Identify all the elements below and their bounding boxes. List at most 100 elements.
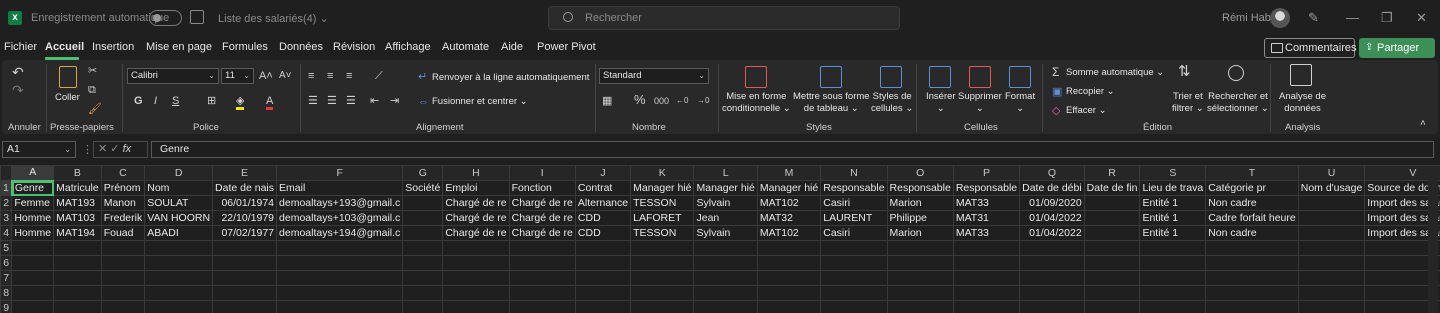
cell[interactable] bbox=[1019, 255, 1085, 271]
format-table-button[interactable]: Mettre sous forme de tableau ⌄ bbox=[793, 91, 870, 115]
tab-revision[interactable]: Révision bbox=[333, 41, 375, 53]
cell[interactable] bbox=[886, 300, 954, 313]
cell[interactable]: Marion bbox=[886, 225, 954, 241]
underline-button[interactable]: S bbox=[172, 95, 179, 107]
column-header[interactable]: N bbox=[820, 165, 888, 181]
delete-cells-button[interactable]: Supprimer ⌄ bbox=[958, 91, 1002, 115]
collapse-ribbon-icon[interactable]: ˄ bbox=[1420, 118, 1426, 130]
column-header[interactable]: J bbox=[574, 165, 632, 181]
cell[interactable] bbox=[952, 240, 1021, 256]
cell[interactable] bbox=[11, 300, 55, 313]
cell[interactable]: Casiri bbox=[820, 225, 888, 241]
cell[interactable] bbox=[630, 285, 695, 301]
cell[interactable]: MAT193 bbox=[53, 195, 102, 211]
cell[interactable] bbox=[402, 270, 444, 286]
cell[interactable]: Philippe bbox=[886, 210, 954, 226]
format-table-icon[interactable] bbox=[820, 66, 842, 88]
cell[interactable] bbox=[144, 270, 214, 286]
insert-cells-icon[interactable] bbox=[929, 66, 951, 88]
cell[interactable]: Manon bbox=[100, 195, 146, 211]
tab-automate[interactable]: Automate bbox=[442, 41, 489, 53]
cell[interactable]: 01/04/2022 bbox=[1019, 210, 1085, 226]
cell[interactable] bbox=[402, 225, 444, 241]
cell[interactable]: Sylvain bbox=[693, 225, 758, 241]
cell[interactable]: LAFORET bbox=[630, 210, 695, 226]
font-name-select[interactable]: Calibri ⌄ bbox=[127, 68, 219, 84]
cell[interactable]: MAT31 bbox=[952, 210, 1021, 226]
cell[interactable]: Date de fin bbox=[1083, 180, 1141, 196]
cell[interactable] bbox=[442, 300, 510, 313]
cell[interactable]: demoaltays+103@gmail.c bbox=[276, 210, 404, 226]
cell[interactable] bbox=[11, 240, 55, 256]
cell[interactable]: LAURENT bbox=[820, 210, 888, 226]
cell[interactable] bbox=[1297, 300, 1366, 313]
cell[interactable]: Sylvain bbox=[693, 195, 758, 211]
cell[interactable]: Alternance bbox=[574, 195, 632, 211]
name-box[interactable]: A1 ⌄ bbox=[2, 141, 76, 158]
cell[interactable]: Nom d'usage bbox=[1297, 180, 1366, 196]
tab-accueil[interactable]: Accueil bbox=[45, 41, 84, 53]
cell[interactable]: Jean bbox=[693, 210, 758, 226]
search-box[interactable]: Rechercher bbox=[548, 6, 900, 30]
cell[interactable] bbox=[1083, 270, 1141, 286]
column-header[interactable]: O bbox=[886, 165, 954, 181]
row-header[interactable]: 5 bbox=[0, 240, 13, 256]
cell[interactable]: Frederik bbox=[100, 210, 146, 226]
column-header[interactable]: P bbox=[952, 165, 1021, 181]
align-bottom-icon[interactable]: ≡ bbox=[346, 70, 352, 82]
cell[interactable]: Prénom bbox=[100, 180, 146, 196]
cell[interactable] bbox=[630, 300, 695, 313]
cell[interactable] bbox=[574, 255, 632, 271]
cut-icon[interactable]: ✂ bbox=[88, 65, 97, 77]
number-format-select[interactable]: Standard ⌄ bbox=[599, 68, 709, 84]
cell[interactable] bbox=[756, 255, 822, 271]
cell[interactable] bbox=[693, 255, 758, 271]
avatar[interactable] bbox=[1270, 8, 1290, 28]
cell[interactable] bbox=[1019, 300, 1085, 313]
cell[interactable] bbox=[952, 300, 1021, 313]
cell[interactable] bbox=[1297, 210, 1366, 226]
cell[interactable] bbox=[212, 240, 278, 256]
user-name[interactable]: Rémi Hab bbox=[1222, 12, 1271, 24]
tab-fichier[interactable]: Fichier bbox=[4, 41, 37, 53]
column-header[interactable]: F bbox=[276, 165, 404, 181]
cell[interactable]: TESSON bbox=[630, 225, 695, 241]
column-header[interactable]: B bbox=[53, 165, 102, 181]
cell[interactable] bbox=[1083, 285, 1141, 301]
merge-center-icon[interactable]: ⇔ bbox=[418, 96, 429, 108]
cell[interactable] bbox=[886, 270, 954, 286]
cell[interactable]: 01/04/2022 bbox=[1019, 225, 1085, 241]
format-cells-button[interactable]: Format ⌄ bbox=[1005, 91, 1035, 115]
cell[interactable] bbox=[402, 195, 444, 211]
cell[interactable]: Homme bbox=[11, 210, 55, 226]
align-middle-icon[interactable]: ≡ bbox=[327, 70, 333, 82]
cell[interactable] bbox=[1297, 225, 1366, 241]
align-top-icon[interactable]: ≡ bbox=[308, 70, 314, 82]
row-header[interactable]: 8 bbox=[0, 285, 13, 301]
document-title[interactable]: Liste des salariés(4) ⌄ bbox=[218, 12, 329, 25]
cell[interactable]: TESSON bbox=[630, 195, 695, 211]
delete-cells-icon[interactable] bbox=[969, 66, 991, 88]
cell[interactable] bbox=[508, 285, 576, 301]
cell[interactable] bbox=[1139, 255, 1207, 271]
cell[interactable]: Chargé de re bbox=[442, 195, 510, 211]
format-painter-icon[interactable]: 🖌 bbox=[88, 103, 102, 115]
autosave-toggle[interactable] bbox=[149, 10, 182, 26]
cell[interactable] bbox=[756, 285, 822, 301]
tab-mise-en-page[interactable]: Mise en page bbox=[146, 41, 212, 53]
cell[interactable] bbox=[574, 285, 632, 301]
cell[interactable]: MAT194 bbox=[53, 225, 102, 241]
cell[interactable] bbox=[1297, 195, 1366, 211]
cancel-icon[interactable]: ✕ bbox=[98, 143, 107, 155]
cell[interactable] bbox=[276, 270, 404, 286]
wrap-text-button[interactable]: Renvoyer à la ligne automatiquement bbox=[432, 72, 589, 84]
cell[interactable]: Fonction bbox=[508, 180, 576, 196]
column-header[interactable]: L bbox=[693, 165, 758, 181]
font-color-icon[interactable]: A bbox=[266, 95, 274, 110]
paste-icon[interactable] bbox=[59, 66, 77, 88]
decrease-font-icon[interactable]: A˅ bbox=[279, 70, 292, 82]
cell[interactable] bbox=[508, 270, 576, 286]
cell[interactable] bbox=[1083, 210, 1141, 226]
cell[interactable] bbox=[1083, 225, 1141, 241]
cell[interactable]: Responsable bbox=[886, 180, 954, 196]
